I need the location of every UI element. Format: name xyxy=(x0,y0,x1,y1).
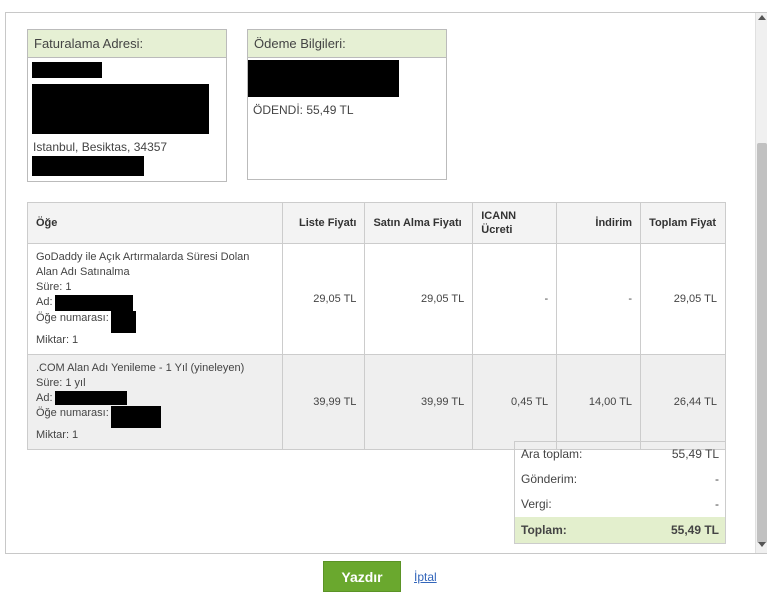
item-name-label: Ad: xyxy=(36,392,53,404)
col-icann-fee: ICANN Ücreti xyxy=(472,202,558,244)
item-name-label: Ad: xyxy=(36,296,53,308)
redacted-address xyxy=(32,84,209,134)
item-description: .COM Alan Adı Yenileme - 1 Yıl (yineleye… xyxy=(27,354,283,450)
payment-info-title: Ödeme Bilgileri: xyxy=(248,30,446,58)
cell-icann-fee: 0,45 TL xyxy=(472,354,558,450)
redacted-payment-method xyxy=(248,60,399,97)
col-item: Öğe xyxy=(27,202,283,244)
item-title: GoDaddy ile Açık Artırmalarda Süresi Dol… xyxy=(36,251,250,278)
total-row: Toplam: 55,49 TL xyxy=(515,517,725,543)
billing-address-title: Faturalama Adresi: xyxy=(28,30,226,58)
vertical-scrollbar[interactable] xyxy=(755,13,767,553)
cell-discount: - xyxy=(556,243,642,355)
cell-list-price: 39,99 TL xyxy=(281,354,366,450)
redacted-domain xyxy=(54,295,133,311)
scroll-down-arrow-icon[interactable] xyxy=(758,542,766,547)
redacted-name xyxy=(32,62,102,78)
billing-city-line: Istanbul, Besiktas, 34357 xyxy=(33,140,168,154)
table-row: GoDaddy ile Açık Artırmalarda Süresi Dol… xyxy=(27,243,726,355)
scroll-up-arrow-icon[interactable] xyxy=(758,15,766,20)
item-quantity: Miktar: 1 xyxy=(36,334,79,346)
cell-total: 26,44 TL xyxy=(640,354,726,450)
redacted-item-number xyxy=(110,311,136,333)
cell-list-price: 29,05 TL xyxy=(281,243,366,355)
payment-status: ÖDENDİ: 55,49 TL xyxy=(253,103,354,117)
cell-purchase-price: 29,05 TL xyxy=(364,243,474,355)
tax-row: Vergi: - xyxy=(515,492,725,517)
billing-address-box: Faturalama Adresi: Istanbul, Besiktas, 3… xyxy=(27,29,227,182)
total-value: 55,49 TL xyxy=(670,523,719,537)
tax-label: Vergi: xyxy=(521,497,552,511)
redacted-item-number xyxy=(110,406,161,428)
print-button[interactable]: Yazdır xyxy=(323,561,401,592)
totals-box: Ara toplam: 55,49 TL Gönderim: - Vergi: … xyxy=(514,441,726,544)
shipping-value: - xyxy=(715,472,719,486)
cell-total: 29,05 TL xyxy=(640,243,726,355)
col-purchase-price: Satın Alma Fiyatı xyxy=(364,202,474,244)
item-name: Ad: xyxy=(36,391,274,406)
item-quantity: Miktar: 1 xyxy=(36,429,79,441)
col-list-price: Liste Fiyatı xyxy=(281,202,366,244)
subtotal-label: Ara toplam: xyxy=(521,447,583,461)
shipping-label: Gönderim: xyxy=(521,472,578,486)
total-label: Toplam: xyxy=(521,523,567,537)
col-total-price: Toplam Fiyat xyxy=(640,202,726,244)
item-number-label: Öğe numarası: xyxy=(36,312,109,324)
subtotal-value: 55,49 TL xyxy=(671,447,719,461)
invoice-frame: Faturalama Adresi: Istanbul, Besiktas, 3… xyxy=(5,12,767,554)
items-table: Öğe Liste Fiyatı Satın Alma Fiyatı ICANN… xyxy=(27,202,726,450)
redacted-phone xyxy=(32,156,144,176)
cell-icann-fee: - xyxy=(472,243,558,355)
cell-discount: 14,00 TL xyxy=(556,354,642,450)
item-duration: Süre: 1 xyxy=(36,281,72,293)
item-number: Öğe numarası: xyxy=(36,406,274,428)
item-number: Öğe numarası: xyxy=(36,311,274,333)
item-name: Ad: xyxy=(36,295,274,311)
shipping-row: Gönderim: - xyxy=(515,467,725,492)
table-header-row: Öğe Liste Fiyatı Satın Alma Fiyatı ICANN… xyxy=(27,202,726,244)
item-number-label: Öğe numarası: xyxy=(36,407,109,419)
item-title: .COM Alan Adı Yenileme - 1 Yıl (yineleye… xyxy=(36,362,245,374)
col-discount: İndirim xyxy=(556,202,642,244)
redacted-domain xyxy=(54,391,127,405)
payment-info-box: Ödeme Bilgileri: ÖDENDİ: 55,49 TL xyxy=(247,29,447,180)
item-description: GoDaddy ile Açık Artırmalarda Süresi Dol… xyxy=(27,243,283,355)
table-row: .COM Alan Adı Yenileme - 1 Yıl (yineleye… xyxy=(27,354,726,450)
cell-purchase-price: 39,99 TL xyxy=(364,354,474,450)
item-duration: Süre: 1 yıl xyxy=(36,377,86,389)
scroll-thumb[interactable] xyxy=(757,143,767,543)
subtotal-row: Ara toplam: 55,49 TL xyxy=(515,442,725,467)
cancel-link[interactable]: İptal xyxy=(414,570,437,584)
tax-value: - xyxy=(715,497,719,511)
